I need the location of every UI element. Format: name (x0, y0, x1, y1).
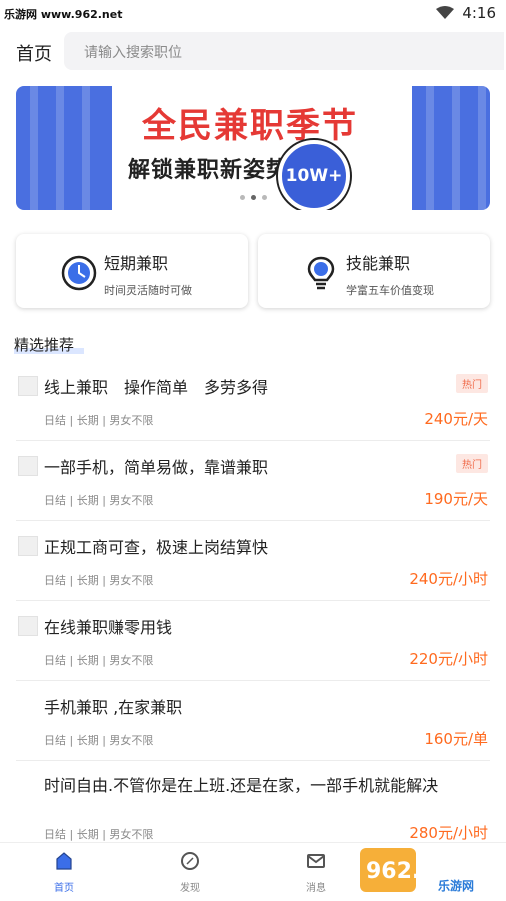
job-thumbnail (18, 536, 38, 556)
search-placeholder: 请输入搜索职位 (84, 45, 182, 61)
tab-home[interactable]: 首页 (24, 851, 104, 894)
hot-badge: 热门 (456, 374, 488, 393)
job-thumbnail (18, 616, 38, 636)
job-price: 160元/单 (424, 730, 488, 748)
tab-label: 首页 (54, 883, 74, 894)
header: 首页 请输入搜索职位 (0, 28, 506, 76)
wifi-icon (436, 6, 455, 19)
job-item[interactable]: 在线兼职赚零用钱 日结 | 长期 | 男女不限 220元/小时 (16, 602, 490, 681)
job-item[interactable]: 一部手机，简单易做，靠谱兼职 热门 日结 | 长期 | 男女不限 190元/天 (16, 442, 490, 521)
job-price: 220元/小时 (409, 650, 488, 668)
banner-title: 全民兼职季节 (142, 106, 358, 146)
page-title: 首页 (16, 44, 52, 65)
watermark-subtext: 乐游网 (438, 878, 474, 893)
watermark-logo: 962.NET 乐游网 (360, 848, 474, 893)
category-cards: 短期兼职 时间灵活随时可做 技能兼职 学富五车价值变现 (16, 234, 490, 310)
banner-stripe (478, 86, 486, 210)
job-item[interactable]: 线上兼职 操作简单 多劳多得 热门 日结 | 长期 | 男女不限 240元/天 (16, 362, 490, 441)
job-thumbnail (18, 376, 38, 396)
watermark-label: 乐游网 www.962.net (4, 8, 123, 21)
banner-subtitle: 解锁兼职新姿势 (128, 158, 290, 183)
section-title: 精选推荐 (14, 336, 75, 354)
category-title: 技能兼职 (346, 254, 411, 273)
job-meta: 日结 | 长期 | 男女不限 (44, 494, 154, 507)
job-meta: 日结 | 长期 | 男女不限 (44, 414, 154, 427)
banner-card: 全民兼职季节 解锁兼职新姿势 10W+ (112, 86, 412, 210)
tab-discover[interactable]: 发现 (150, 851, 230, 894)
category-skill[interactable]: 技能兼职 学富五车价值变现 (258, 234, 490, 308)
banner-stripe (426, 86, 434, 210)
job-meta: 日结 | 长期 | 男女不限 (44, 828, 154, 841)
job-item[interactable]: 手机兼职 ,在家兼职 日结 | 长期 | 男女不限 160元/单 (16, 682, 490, 761)
carousel-dot[interactable] (261, 195, 267, 200)
compass-icon (181, 852, 199, 870)
job-price: 190元/天 (424, 490, 488, 508)
carousel-dots (16, 195, 490, 200)
carousel-dot-active[interactable] (250, 195, 256, 200)
job-price: 240元/天 (424, 410, 488, 428)
job-meta: 日结 | 长期 | 男女不限 (44, 734, 154, 747)
banner-stripe (30, 86, 38, 210)
tab-label: 消息 (306, 883, 326, 894)
search-input[interactable]: 请输入搜索职位 (64, 32, 504, 70)
carousel-dot[interactable] (239, 195, 245, 200)
status-icons: 4:16 (436, 4, 496, 22)
mail-icon (307, 854, 325, 868)
job-title: 手机兼职 ,在家兼职 (44, 698, 183, 717)
job-meta: 日结 | 长期 | 男女不限 (44, 574, 154, 587)
lightbulb-icon (307, 256, 335, 290)
tab-messages[interactable]: 消息 (276, 851, 356, 894)
hot-badge: 热门 (456, 454, 488, 473)
category-title: 短期兼职 (104, 254, 169, 273)
job-thumbnail (18, 456, 38, 476)
job-item[interactable]: 正规工商可查，极速上岗结算快 日结 | 长期 | 男女不限 240元/小时 (16, 522, 490, 601)
status-bar: 乐游网 www.962.net 4:16 (0, 0, 506, 28)
tab-label: 发现 (180, 883, 200, 894)
job-price: 280元/小时 (409, 824, 488, 842)
category-subtitle: 学富五车价值变现 (346, 284, 434, 297)
job-title: 正规工商可查，极速上岗结算快 (44, 538, 269, 557)
job-meta: 日结 | 长期 | 男女不限 (44, 654, 154, 667)
job-title: 在线兼职赚零用钱 (44, 618, 173, 637)
job-title: 线上兼职 操作简单 多劳多得 (44, 378, 269, 397)
clock-icon (61, 255, 97, 291)
home-icon (56, 852, 72, 870)
job-title: 一部手机，简单易做，靠谱兼职 (44, 458, 269, 477)
banner-stripe (56, 86, 64, 210)
status-time: 4:16 (462, 4, 496, 22)
category-subtitle: 时间灵活随时可做 (104, 284, 192, 297)
category-short-term[interactable]: 短期兼职 时间灵活随时可做 (16, 234, 248, 308)
banner-stripe (452, 86, 460, 210)
job-price: 240元/小时 (409, 570, 488, 588)
job-item[interactable]: 时间自由.不管你是在上班.还是在家，一部手机就能解决 日结 | 长期 | 男女不… (16, 762, 490, 842)
job-title: 时间自由.不管你是在上班.还是在家，一部手机就能解决 (44, 776, 439, 795)
promo-banner[interactable]: 全民兼职季节 解锁兼职新姿势 10W+ (16, 86, 490, 210)
banner-stripe (82, 86, 90, 210)
